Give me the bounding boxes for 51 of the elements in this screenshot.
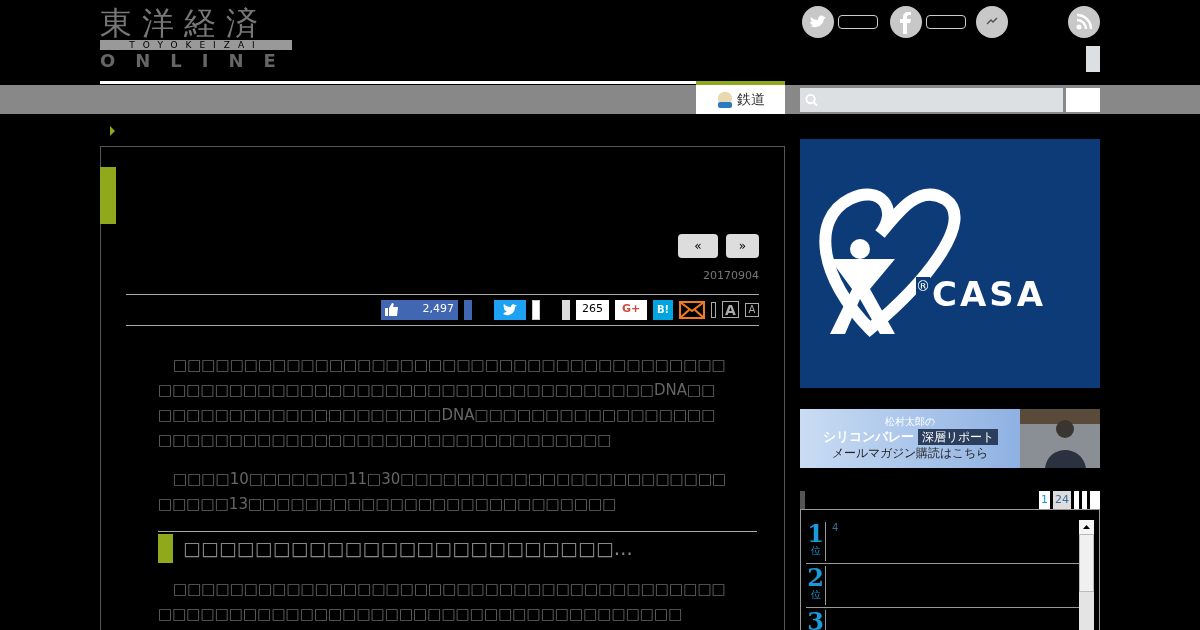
messenger-icon[interactable] — [976, 6, 1008, 38]
facebook-icon[interactable] — [890, 6, 922, 38]
google-plus-button[interactable]: G+ — [615, 299, 647, 320]
rss-icon[interactable] — [1068, 6, 1100, 38]
twitter-icon — [503, 303, 517, 316]
newsletter-banner[interactable]: 松村太郎の シリコンバレー 深層リポート メールマガジン購読はこちら — [800, 409, 1100, 468]
share-count: 265 — [576, 299, 609, 320]
banner-cta: メールマガジン購読はこちら — [832, 446, 988, 461]
next-button[interactable]: » — [726, 234, 759, 258]
font-large-button[interactable]: A — [722, 301, 739, 318]
count-bubble — [838, 15, 878, 29]
ranking-header-bar — [800, 491, 805, 509]
previous-button[interactable]: « — [678, 234, 718, 258]
tweet-count-bubble — [532, 299, 540, 320]
count-button[interactable] — [562, 299, 570, 320]
article-paragraph: □□□□10□□□□□□□11□30□□□□□□□□□□□□□□□□□□□□□□□□□□□□13□□□□□□□□□□□□□□□□□□□□□□□□□□ — [158, 468, 727, 515]
rank-number: 1 — [807, 522, 824, 546]
title-marker — [100, 167, 116, 224]
search-field[interactable] — [800, 87, 1063, 112]
rank-number: 2 — [807, 566, 824, 590]
ranking-tab[interactable]: 24 — [1053, 491, 1071, 509]
search-button[interactable] — [1066, 87, 1100, 112]
like-button[interactable]: 2,497 — [381, 299, 458, 320]
scroll-up-icon — [1083, 525, 1090, 529]
mail-icon[interactable] — [679, 300, 705, 319]
train-icon — [716, 90, 733, 109]
font-small-button[interactable]: A — [745, 302, 759, 317]
site-logo[interactable]: 東洋経済 TOYOKEIZAI ONLINE — [100, 0, 292, 81]
registered-mark: ® — [916, 277, 930, 295]
rank-number: 3 — [807, 610, 824, 630]
heading-marker — [158, 533, 173, 563]
banner-title: シリコンバレー — [822, 428, 914, 446]
share-button[interactable] — [464, 299, 472, 320]
rank-suffix: 位 — [810, 590, 821, 600]
article-paragraph: □□□□□□□□□□□□□□□□□□□□□□□□□□□□□□□□□□□□□□□□□□□□□□□□□□□□□□□□□□□□□□□□□□□□□□□□□□□□ — [158, 578, 727, 625]
search-icon — [805, 92, 819, 107]
breadcrumb-arrow-icon — [110, 126, 116, 136]
ad-brand: CASA — [932, 277, 1047, 311]
scrollbar[interactable] — [1079, 520, 1094, 630]
nav-tab[interactable]: 鉄道 — [696, 81, 785, 114]
article-paragraph: □□□□□□□□□□□□□□□□□□□□□□□□□□□□□□□□□□□□□□□□□□□□□□□□□□□□□□□□□□□□□□□□□□□□□□□□□□DNA□□□□□□□□□□□□□□□□□□□□□□DNA□□□□□□□□□□□□□□□□□□□□□□□□□□□□□□□□□□□□□□□□□□□□□□□□□ — [158, 354, 727, 451]
ranking-text[interactable]: 4 — [826, 520, 839, 563]
banner-tag: 深層リポート — [917, 429, 998, 445]
tweet-button[interactable] — [494, 299, 526, 320]
count-bubble — [926, 15, 966, 29]
section-heading: □□□□□□□□□□□□□□□□□□□□□□□□… — [183, 535, 633, 561]
thumbs-up-icon — [385, 303, 399, 316]
banner-author: 松村太郎の — [885, 416, 935, 428]
twitter-icon[interactable] — [802, 6, 834, 38]
article-date: 20170904 — [703, 268, 759, 284]
rank-suffix: 位 — [810, 546, 821, 556]
